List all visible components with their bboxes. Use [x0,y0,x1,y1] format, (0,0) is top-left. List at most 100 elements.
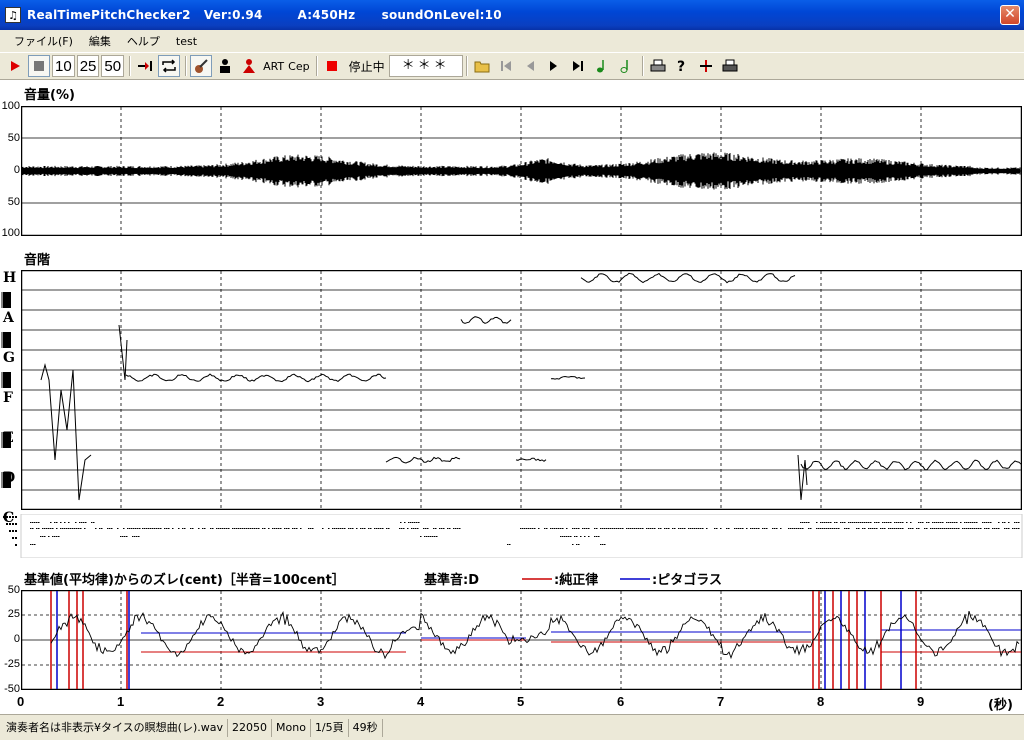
dot-mark [534,528,536,529]
menu-test[interactable]: test [168,35,205,48]
female-voice-button[interactable] [238,55,260,77]
span-50-button[interactable]: 50 [101,55,125,77]
dot-mark [256,528,258,529]
dot-mark [866,522,868,523]
dot-mark [928,522,930,523]
dot-mark [135,528,137,529]
jump-end-button[interactable] [134,55,156,77]
dot-mark [598,536,600,537]
record-button[interactable] [321,55,343,77]
dot-mark [692,528,694,529]
dot-mark [1012,528,1014,529]
dot-mark [68,522,70,523]
note-green-button[interactable] [591,55,613,77]
dot-mark [348,528,350,529]
dot-mark [554,528,556,529]
print-preview-button[interactable] [719,55,741,77]
dot-mark [954,528,956,529]
dot-mark [988,522,990,523]
menu-file[interactable]: ファイル(F) [6,33,81,49]
menu-edit[interactable]: 編集 [81,33,119,49]
dot-mark [574,536,576,537]
violin-button[interactable] [190,55,213,77]
violin-icon [195,59,208,73]
dot-mark [890,522,892,523]
dot-mark [158,528,160,529]
menu-help[interactable]: ヘルプ [119,33,168,49]
dot-mark [1016,522,1018,523]
dot-mark [920,522,922,523]
dot-mark [412,522,414,523]
repeat-button[interactable] [158,55,181,77]
dot-mark [78,528,80,529]
next-button[interactable] [543,55,565,77]
dot-mark [268,528,270,529]
dot-mark [356,528,358,529]
dot-mark [948,522,950,523]
cep-button[interactable]: Cep [287,55,310,77]
dot-mark [272,528,274,529]
dot-mark [284,528,286,529]
music-note-outline-icon [620,60,628,73]
deviation-tick: 25 [7,608,20,620]
dot-mark [980,528,982,529]
dot-mark [296,528,298,529]
dot-mark [15,537,17,539]
dot-mark [58,536,60,537]
last-button[interactable] [567,55,589,77]
dot-mark [932,522,934,523]
deviation-tick: 50 [7,584,20,596]
dot-mark [944,528,946,529]
dot-mark [148,528,150,529]
dot-mark [38,528,40,529]
span-25-button[interactable]: 25 [76,55,100,77]
play-icon [11,61,20,71]
dot-mark [15,523,17,525]
dot-mark [968,522,970,523]
dot-mark [818,528,820,529]
prev-button[interactable] [519,55,541,77]
dot-mark [860,522,862,523]
app-icon[interactable]: ♫ [5,7,21,23]
dot-mark [566,536,568,537]
art-button[interactable]: ART [262,55,285,77]
note-outline-button[interactable] [615,55,637,77]
open-folder-button[interactable] [471,55,493,77]
dot-mark [439,528,441,529]
dot-mark [868,522,870,523]
dot-mark [802,528,804,529]
dot-mark [742,528,744,529]
status-channels: Mono [272,718,311,737]
dot-mark [618,528,620,529]
dot-mark [702,528,704,529]
dot-mark [178,528,180,529]
dot-mark [68,528,70,529]
note-label-G: G [3,350,15,366]
dot-mark [156,528,158,529]
span-10-button[interactable]: 10 [52,55,75,77]
dot-mark [15,544,17,546]
cross-button[interactable] [695,55,717,77]
close-button[interactable]: ✕ [1000,5,1020,25]
dot-mark [604,544,606,545]
dot-mark [832,528,834,529]
dot-mark [848,528,850,529]
first-button[interactable] [495,55,517,77]
dot-mark [560,528,562,529]
dot-mark [36,522,38,523]
legend-just-line [522,578,552,580]
dot-mark [418,522,420,523]
play-button[interactable] [4,55,26,77]
dot-mark [578,544,580,545]
male-voice-button[interactable] [214,55,236,77]
stop-button[interactable] [28,55,50,77]
help-button[interactable]: ? [671,55,693,77]
dot-mark [824,522,826,523]
dot-mark [966,522,968,523]
legend-pythagorean-line [620,578,650,580]
print-button[interactable] [647,55,669,77]
dot-mark [964,522,966,523]
dot-mark [1004,522,1006,523]
dot-mark [638,528,640,529]
dot-mark [808,522,810,523]
